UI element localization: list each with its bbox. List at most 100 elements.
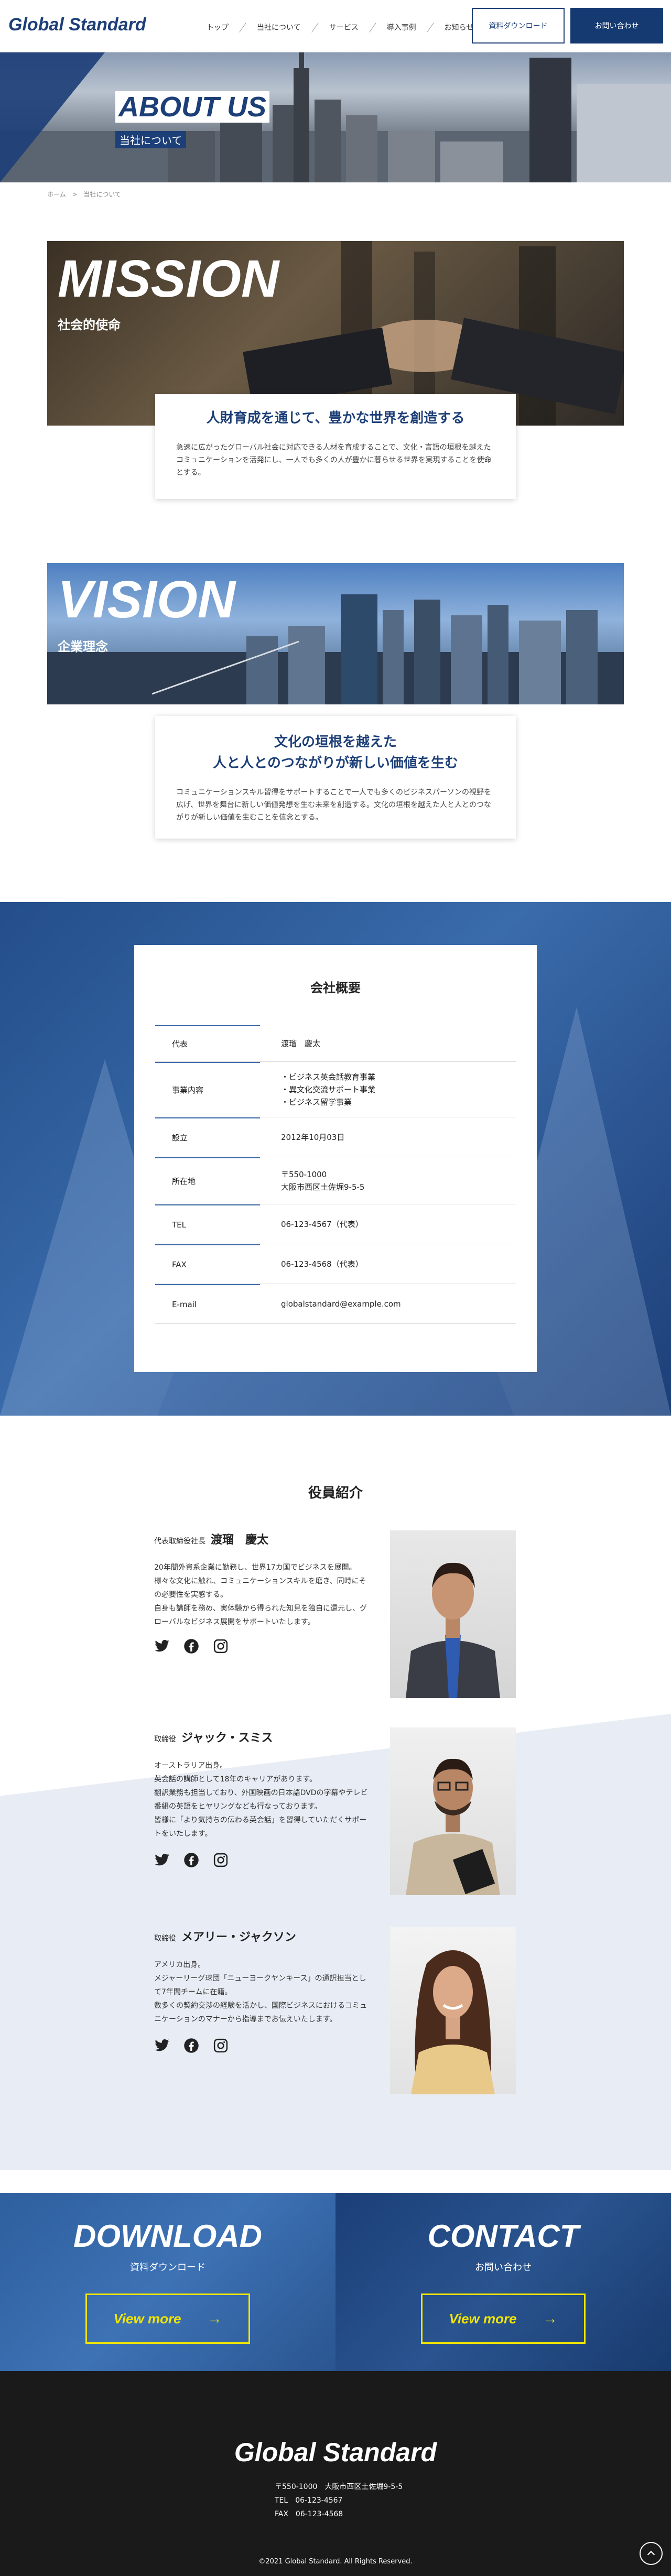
officer-bio: オーストラリア出身。 英会話の講師として18年のキャリアがあります。 翻訳業務も… [154, 1762, 368, 1838]
copyright: ©2021 Global Standard. All Rights Reserv… [258, 2558, 413, 2566]
chevron-up-icon [647, 2550, 655, 2556]
nav-separator [239, 22, 246, 32]
company-overview-card: 会社概要 代表 渡瑠 慶太 事業内容 ・ビジネス英会話教育事業 ・異文化交流サポ… [134, 945, 537, 1372]
overview-value: 〒550-1000 大阪市西区土佐堀9-5-5 [281, 1169, 365, 1192]
overview-value: ・ビジネス英会話教育事業 ・異文化交流サポート事業 ・ビジネス留学事業 [281, 1072, 376, 1107]
breadcrumb: ホーム > 当社について [47, 190, 121, 199]
officer-card: 取締役 ジャック・スミス オーストラリア出身。 英会話の講師として18年のキャリア… [154, 1729, 372, 1841]
twitter-icon[interactable] [154, 2038, 170, 2053]
portrait-image [411, 1950, 495, 2094]
download-heading-en: DOWNLOAD [73, 2219, 262, 2254]
contact-cta: CONTACT お問い合わせ View more → [336, 2193, 671, 2371]
download-view-more-label: View more [113, 2310, 181, 2327]
mission-card: 人財育成を通じて、豊かな世界を創造する 急速に広がったグローバル社会に対応できる… [155, 394, 516, 499]
vision-statement-line1: 文化の垣根を越えた [274, 734, 397, 750]
nav-separator [369, 22, 376, 32]
overview-key: E-mail [155, 1284, 260, 1323]
overview-key: FAX [155, 1244, 260, 1284]
officer-bio: 20年間外資系企業に勤務し、世界17カ国でビジネスを展開。 様々な文化に触れ、コ… [154, 1563, 367, 1626]
overview-key: 代表 [155, 1025, 260, 1061]
site-footer: Global Standard 〒550-1000 大阪市西区土佐堀9-5-5 … [0, 2371, 671, 2576]
overview-row: 設立 2012年10月03日 [155, 1117, 516, 1157]
site-header: Global Standard トップ 当社について サービス 導入事例 お知ら… [0, 0, 671, 52]
facebook-icon[interactable] [183, 1638, 199, 1654]
page-title: ABOUT US [115, 91, 269, 123]
download-heading-jp: 資料ダウンロード [130, 2262, 205, 2273]
officer-photo [390, 1727, 516, 1895]
officers-title: 役員紹介 [308, 1485, 363, 1501]
officer-card: 代表取締役社長 渡瑠 慶太 20年間外資系企業に勤務し、世界17カ国でビジネスを展… [154, 1530, 372, 1629]
officer-role: 取締役 [154, 1934, 176, 1943]
overview-value: 2012年10月03日 [281, 1132, 345, 1142]
nav-item-service[interactable]: サービス [327, 22, 361, 32]
footer-fax: FAX 06-123-4568 [275, 2510, 343, 2518]
overview-row: 代表 渡瑠 慶太 [155, 1025, 516, 1062]
contact-button[interactable]: お問い合わせ [570, 8, 663, 44]
overview-value: 渡瑠 慶太 [281, 1038, 321, 1048]
nav-item-about[interactable]: 当社について [255, 22, 303, 32]
officer-photo [390, 1530, 516, 1698]
nav-item-news[interactable]: お知らせ [442, 22, 476, 32]
download-button[interactable]: 資料ダウンロード [472, 8, 565, 44]
footer-logo[interactable]: Global Standard [0, 2437, 671, 2468]
officer-photo [390, 1927, 516, 2094]
overview-value: 06-123-4568（代表） [281, 1259, 363, 1269]
mission-heading-jp: 社会的使命 [58, 318, 121, 332]
officer-name: 渡瑠 慶太 [211, 1534, 269, 1547]
officer-name: メアリー・ジャクソン [181, 1931, 296, 1944]
overview-row: FAX 06-123-4568（代表） [155, 1244, 516, 1284]
breadcrumb-separator: > [72, 191, 78, 198]
officer-social-links [154, 1638, 229, 1654]
overview-value[interactable]: globalstandard@example.com [260, 1298, 401, 1310]
officer-role: 取締役 [154, 1735, 176, 1744]
mission-body: 急速に広がったグローバル社会に対応できる人材を育成することで、文化・言語の垣根を… [176, 443, 492, 477]
nav-item-cases[interactable]: 導入事例 [385, 22, 418, 32]
officer-social-links [154, 2038, 229, 2053]
contact-view-more-label: View more [449, 2310, 517, 2327]
overview-key: TEL [155, 1204, 260, 1244]
hero-accent-shape [0, 52, 105, 182]
mission-heading-en: MISSION [58, 249, 279, 308]
footer-contact-info: 〒550-1000 大阪市西区土佐堀9-5-5 TEL 06-123-4567 … [275, 2480, 403, 2521]
contact-heading-jp: お問い合わせ [475, 2262, 532, 2273]
site-logo[interactable]: Global Standard [8, 15, 146, 35]
global-nav: トップ 当社について サービス 導入事例 お知らせ [204, 22, 475, 32]
officer-role: 代表取締役社長 [154, 1537, 205, 1546]
vision-body: コミュニケーションスキル習得をサポートすることで一人でも多くのビジネスパーソンの… [176, 788, 492, 822]
vision-statement-line2: 人と人とのつながりが新しい価値を生む [213, 755, 458, 771]
overview-row: 事業内容 ・ビジネス英会話教育事業 ・異文化交流サポート事業 ・ビジネス留学事業 [155, 1062, 516, 1117]
officer-card: 取締役 メアリー・ジャクソン アメリカ出身。 メジャーリーグ球団「ニューヨークヤン… [154, 1928, 372, 2026]
back-to-top-button[interactable] [640, 2542, 663, 2565]
overview-value: 06-123-4567（代表） [281, 1219, 363, 1229]
portrait-image [406, 1562, 500, 1698]
vision-heading-en: VISION [58, 570, 235, 629]
vision-card: 文化の垣根を越えた 人と人とのつながりが新しい価値を生む コミュニケーションスキ… [155, 716, 516, 839]
instagram-icon[interactable] [213, 1852, 229, 1868]
facebook-icon[interactable] [183, 2038, 199, 2053]
nav-item-top[interactable]: トップ [204, 22, 231, 32]
overview-key: 設立 [155, 1117, 260, 1157]
facebook-icon[interactable] [183, 1852, 199, 1868]
footer-address: 〒550-1000 大阪市西区土佐堀9-5-5 [275, 2483, 403, 2491]
overview-row: TEL 06-123-4567（代表） [155, 1204, 516, 1244]
download-view-more-button[interactable]: View more → [85, 2294, 250, 2344]
portrait-image [406, 1758, 500, 1895]
officer-name: ジャック・スミス [181, 1732, 273, 1745]
instagram-icon[interactable] [213, 1638, 229, 1654]
breadcrumb-current: 当社について [83, 191, 121, 198]
hero-banner: ABOUT US 当社について [0, 52, 671, 182]
breadcrumb-home[interactable]: ホーム [47, 191, 66, 198]
arrow-right-icon: → [543, 2310, 558, 2327]
footer-tel: TEL 06-123-4567 [275, 2496, 343, 2505]
overview-key: 所在地 [155, 1157, 260, 1204]
vision-image: VISION 企業理念 [47, 563, 624, 704]
overview-key: 事業内容 [155, 1062, 260, 1117]
overview-row: E-mail globalstandard@example.com [155, 1284, 516, 1324]
contact-view-more-button[interactable]: View more → [421, 2294, 586, 2344]
page-subtitle: 当社について [115, 131, 187, 148]
vision-heading-jp: 企業理念 [58, 639, 108, 654]
twitter-icon[interactable] [154, 1638, 170, 1654]
twitter-icon[interactable] [154, 1852, 170, 1868]
instagram-icon[interactable] [213, 2038, 229, 2053]
mission-statement: 人財育成を通じて、豊かな世界を創造する [206, 410, 465, 426]
